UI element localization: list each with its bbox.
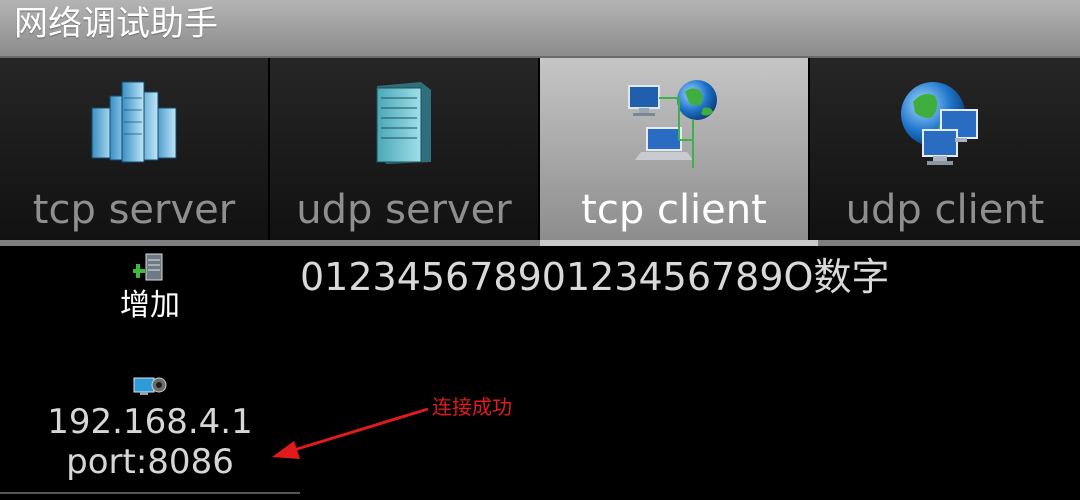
- tab-tcp-client[interactable]: tcp client: [540, 58, 810, 240]
- tab-bar: tcp server udp server tcp client udp cli…: [0, 58, 1080, 240]
- app-title: 网络调试助手: [14, 4, 218, 44]
- tab-udp-server[interactable]: udp server: [270, 58, 540, 240]
- active-tab-indicator: [540, 240, 818, 246]
- server-cluster-icon: [84, 78, 184, 172]
- server-tower-icon: [359, 78, 449, 172]
- connection-port: port:8086: [66, 442, 234, 482]
- received-data-text: 01234567890123456789O数字: [300, 255, 890, 299]
- add-connection-button[interactable]: 增加: [110, 252, 190, 324]
- tab-indicator-bar: [0, 240, 1080, 246]
- add-label: 增加: [120, 288, 180, 323]
- connection-success-annotation: 连接成功: [432, 395, 512, 419]
- tab-label: tcp client: [581, 187, 767, 233]
- connection-ip: 192.168.4.1: [47, 402, 253, 442]
- network-computers-globe-icon: [619, 78, 729, 177]
- add-server-icon: [131, 252, 167, 286]
- tab-udp-client[interactable]: udp client: [810, 58, 1080, 240]
- connected-device-icon: [132, 374, 168, 402]
- tab-tcp-server[interactable]: tcp server: [0, 58, 270, 240]
- title-bar: 网络调试助手: [0, 0, 1080, 58]
- tab-label: tcp server: [32, 187, 236, 233]
- annotation-arrow-icon: [272, 407, 429, 459]
- list-divider: [0, 492, 300, 494]
- tab-label: udp client: [845, 187, 1045, 233]
- tab-label: udp server: [296, 187, 512, 233]
- globe-monitors-icon: [895, 78, 995, 177]
- connection-list-item[interactable]: 192.168.4.1 port:8086: [30, 374, 270, 482]
